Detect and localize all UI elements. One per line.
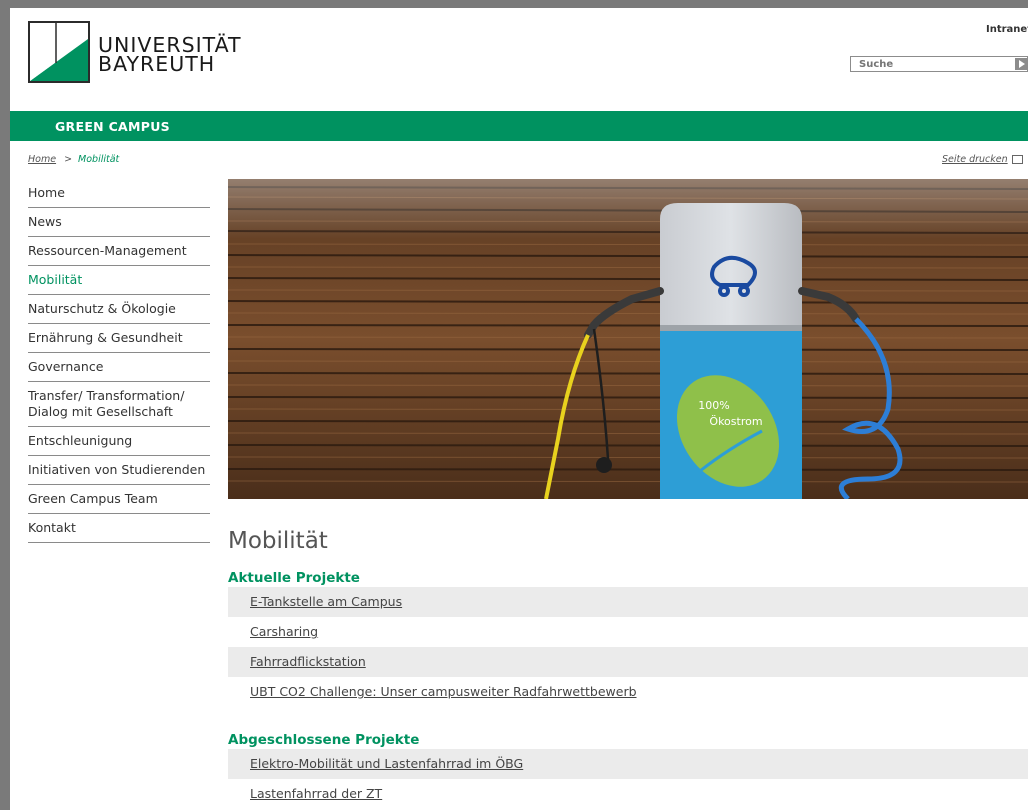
breadcrumb-separator: > (64, 154, 73, 165)
print-page-link[interactable]: Seite drucken (942, 154, 1008, 165)
sidebar-item-transfer[interactable]: Transfer/ Transformation/ Dialog mit Ges… (28, 382, 210, 427)
list-item: Fahrradflickstation (228, 647, 1028, 677)
intranet-link[interactable]: Intranet (986, 24, 1028, 35)
sidebar-item-naturschutz[interactable]: Naturschutz & Ökologie (28, 295, 210, 324)
breadcrumb-home-link[interactable]: Home (28, 154, 56, 165)
window-frame-left (0, 0, 10, 810)
sidebar-item-mobilitaet[interactable]: Mobilität (28, 266, 210, 295)
list-item: E-Tankstelle am Campus (228, 587, 1028, 617)
window-frame-top (0, 0, 1028, 8)
sidebar-item-governance[interactable]: Governance (28, 353, 210, 382)
banner-title[interactable]: GREEN CAMPUS (55, 119, 170, 134)
printer-icon[interactable] (1011, 155, 1023, 164)
sidebar-item-kontakt[interactable]: Kontakt (28, 514, 210, 543)
search-input[interactable] (851, 57, 1009, 71)
sidebar-item-initiativen[interactable]: Initiativen von Studierenden (28, 456, 210, 485)
list-item: Elektro-Mobilität und Lastenfahrrad im Ö… (228, 749, 1028, 779)
project-link-e-tankstelle[interactable]: E-Tankstelle am Campus (250, 594, 402, 609)
current-projects-heading: Aktuelle Projekte (228, 570, 360, 586)
search-box (850, 56, 1028, 72)
project-link-fahrradflickstation[interactable]: Fahrradflickstation (250, 654, 366, 669)
project-link-elektro-mobilitaet[interactable]: Elektro-Mobilität und Lastenfahrrad im Ö… (250, 756, 523, 771)
sign-line-2: Ökostrom (709, 415, 762, 428)
search-submit-icon[interactable] (1015, 58, 1027, 70)
project-link-lastenfahrrad-zt[interactable]: Lastenfahrrad der ZT (250, 786, 382, 801)
page-title: Mobilität (228, 528, 328, 554)
list-item: Carsharing (228, 617, 1028, 647)
logo-mark-icon (30, 23, 88, 81)
sidebar-item-team[interactable]: Green Campus Team (28, 485, 210, 514)
logo-line-2: BAYREUTH (98, 52, 216, 76)
breadcrumb: Home > Mobilität (28, 154, 119, 165)
sidebar-item-entschleunigung[interactable]: Entschleunigung (28, 427, 210, 456)
university-logo[interactable] (28, 21, 90, 83)
print-page[interactable]: Seite drucken (942, 154, 1023, 165)
hero-image: 100% Ökostrom (228, 179, 1028, 499)
sidebar-item-ressourcen-management[interactable]: Ressourcen-Management (28, 237, 210, 266)
sidebar-item-home[interactable]: Home (28, 179, 210, 208)
university-wordmark[interactable]: UNIVERSITÄT BAYREUTH (98, 35, 242, 76)
sign-line-1: 100% (698, 399, 729, 412)
list-item: Lastenfahrrad der ZT (228, 779, 1028, 809)
sidebar-nav: Home News Ressourcen-Management Mobilitä… (28, 179, 210, 543)
section-banner: GREEN CAMPUS (10, 111, 1028, 141)
project-link-carsharing[interactable]: Carsharing (250, 624, 318, 639)
list-item: UBT CO2 Challenge: Unser campusweiter Ra… (228, 677, 1028, 707)
sidebar-item-news[interactable]: News (28, 208, 210, 237)
sidebar-item-ernaehrung[interactable]: Ernährung & Gesundheit (28, 324, 210, 353)
completed-projects-heading: Abgeschlossene Projekte (228, 732, 420, 748)
project-link-co2-challenge[interactable]: UBT CO2 Challenge: Unser campusweiter Ra… (250, 684, 637, 699)
charging-station-photo: 100% Ökostrom (228, 179, 1028, 499)
breadcrumb-current: Mobilität (78, 154, 120, 165)
